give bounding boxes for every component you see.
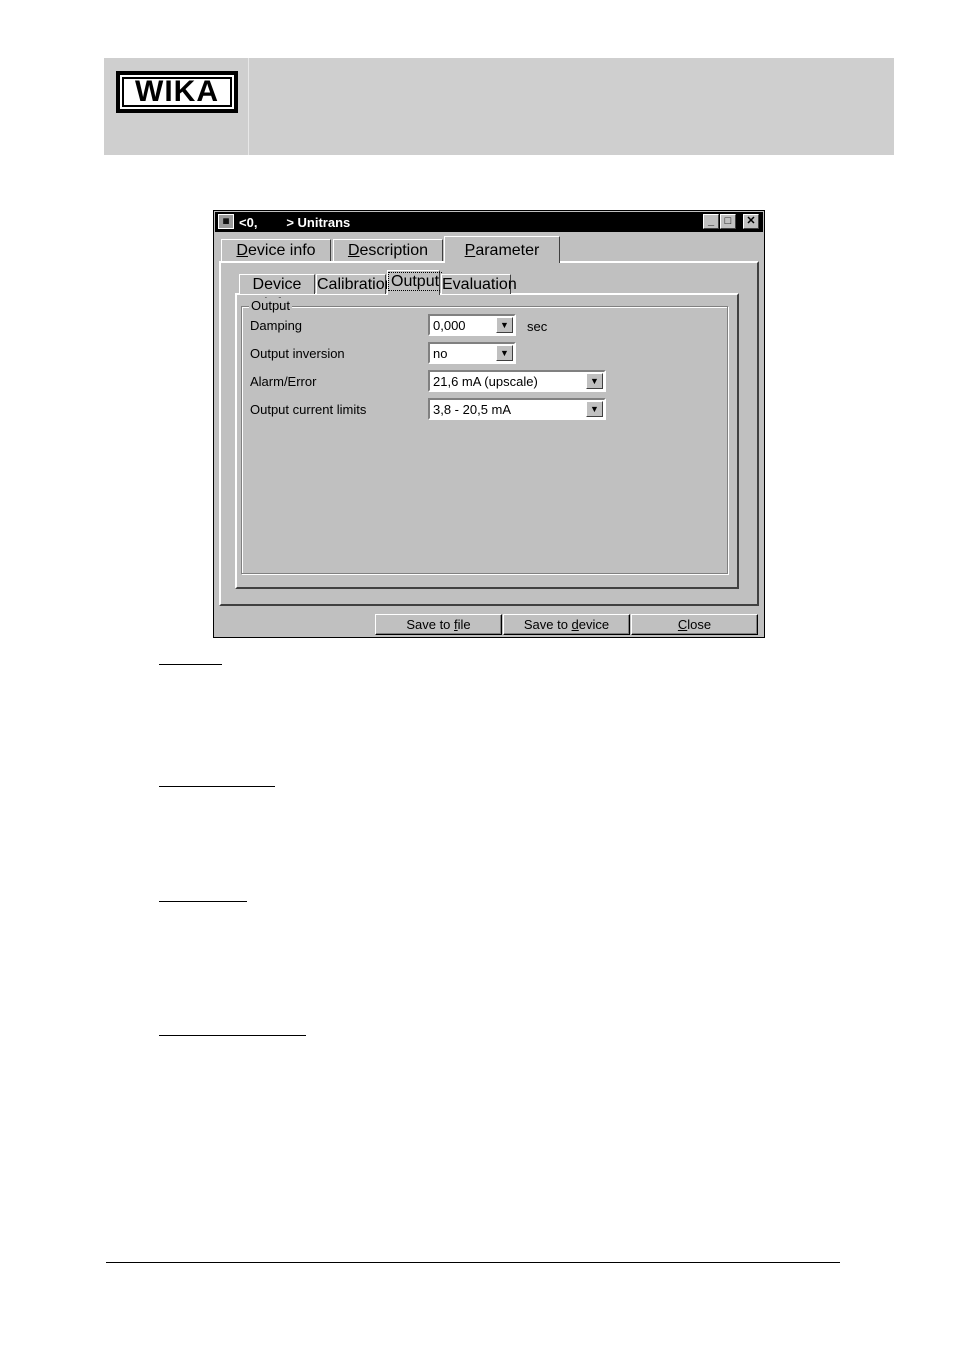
subtab-device-info[interactable]: Device info [239, 274, 315, 313]
wika-logo-text: WIKA [122, 75, 232, 108]
tab-parameter[interactable]: Parameter [444, 236, 560, 263]
save-to-device-key: d [571, 617, 579, 632]
subtab-output-label: Output [388, 272, 443, 291]
close-text-end: lose [687, 617, 712, 632]
tab-parameter-label: arameter [475, 242, 540, 259]
tab-parameter-key: P [464, 242, 476, 259]
close-button[interactable]: Close [631, 614, 758, 635]
wika-logo: WIKA [116, 71, 238, 113]
tab-device-info-label: evice info [247, 242, 316, 259]
alarm-error-value: 21,6 mA (upscale) [433, 374, 538, 389]
heading-underline [159, 786, 275, 787]
output-current-limits-select[interactable]: 3,8 - 20,5 mA ▼ [428, 398, 606, 420]
damping-unit: sec [527, 319, 548, 334]
subtab-calibration[interactable]: Calibration [316, 274, 393, 294]
damping-value: 0,000 [433, 318, 466, 333]
save-to-device-text-end: evice [578, 617, 610, 632]
chevron-down-icon[interactable]: ▼ [496, 317, 513, 333]
alarm-error-label: Alarm/Error [250, 374, 317, 389]
save-to-file-button[interactable]: Save to file [375, 614, 502, 635]
output-current-limits-value: 3,8 - 20,5 mA [433, 402, 512, 417]
save-to-device-text: Save to [523, 617, 572, 632]
tab-description-label: escription [359, 242, 429, 259]
output-inversion-value: no [433, 346, 448, 361]
save-to-file-text: Save to [406, 617, 455, 632]
window-title: <0, > Unitrans [239, 215, 351, 230]
heading-underline [159, 901, 247, 902]
heading-underline [159, 1035, 306, 1036]
maximize-icon[interactable]: □ [720, 214, 736, 229]
close-key: C [677, 617, 688, 632]
tab-device-info-key: D [236, 242, 248, 259]
subtab-output[interactable]: Output [387, 270, 443, 295]
output-inversion-label: Output inversion [250, 346, 345, 361]
output-inversion-select[interactable]: no ▼ [428, 342, 516, 364]
header-divider [248, 58, 249, 155]
damping-select[interactable]: 0,000 ▼ [428, 314, 516, 336]
close-icon[interactable]: ✕ [743, 214, 759, 229]
save-to-file-text-end: ile [457, 617, 471, 632]
title-bar[interactable]: ▦ <0, > Unitrans _ □ ✕ [215, 212, 763, 232]
damping-label: Damping [250, 318, 303, 333]
heading-underline [159, 664, 222, 665]
chevron-down-icon[interactable]: ▼ [586, 401, 603, 417]
tab-description-key: D [347, 242, 360, 259]
minimize-icon[interactable]: _ [703, 214, 719, 229]
footer-rule [106, 1262, 840, 1263]
alarm-error-select[interactable]: 21,6 mA (upscale) ▼ [428, 370, 606, 392]
chevron-down-icon[interactable]: ▼ [496, 345, 513, 361]
app-icon[interactable]: ▦ [218, 214, 234, 229]
output-current-limits-label: Output current limits [250, 402, 367, 417]
output-group-title: Output [249, 298, 293, 313]
tab-device-info[interactable]: Device info [221, 239, 331, 261]
chevron-down-icon[interactable]: ▼ [586, 373, 603, 389]
subtab-evaluation[interactable]: Evaluation [441, 274, 517, 294]
save-to-device-button[interactable]: Save to device [503, 614, 630, 635]
tab-description[interactable]: Description [333, 239, 443, 261]
